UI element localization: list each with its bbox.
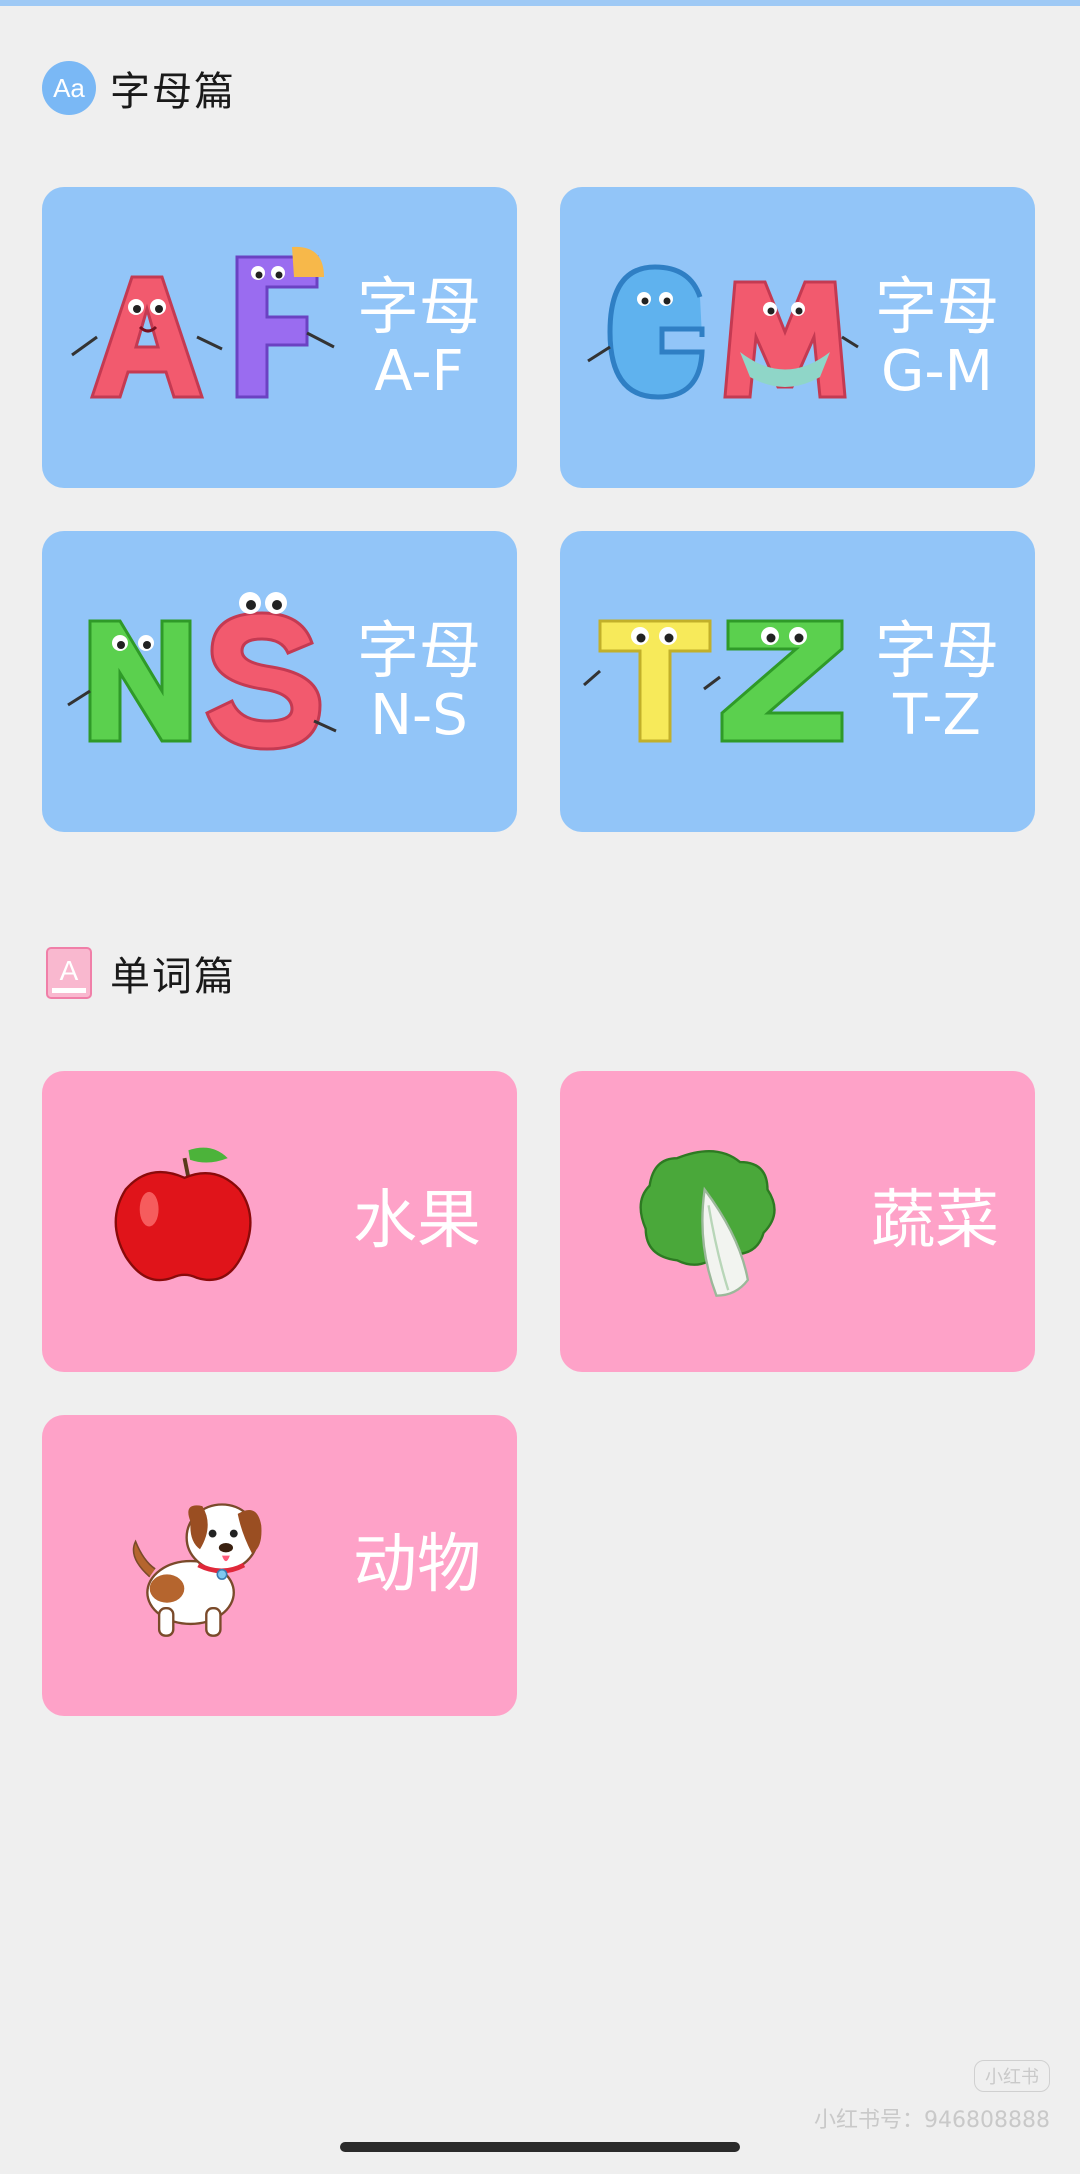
- vegetables-card[interactable]: 蔬菜: [560, 1071, 1035, 1372]
- watermark-badge: 小红书: [974, 2060, 1050, 2092]
- cartoon-letters-a-f-icon: [71, 246, 335, 399]
- aa-font-icon: Aa: [42, 61, 96, 115]
- cartoon-letters-t-z-icon: [583, 619, 844, 743]
- letters-a-f-card[interactable]: 字母 A-F: [42, 187, 517, 488]
- letters-section-header: Aa 字母篇: [42, 60, 236, 116]
- letters-section-title: 字母篇: [110, 69, 236, 115]
- words-grid: 水果 蔬菜 动物: [42, 1071, 1035, 1716]
- letters-g-m-label: 字母 G-M: [874, 269, 999, 404]
- animals-label: 动物: [353, 1527, 481, 1602]
- book-a-icon: A: [42, 946, 96, 1000]
- cabbage-icon: [639, 1149, 776, 1297]
- cartoon-letters-g-m-icon: [587, 264, 859, 400]
- letters-grid: 字母 A-F 字母 G-M 字母 N-S 字母 T-Z: [42, 187, 1035, 832]
- words-section-header: A 单词篇: [42, 945, 236, 1001]
- puppy-icon: [132, 1503, 262, 1637]
- cartoon-letters-n-s-icon: [67, 592, 337, 751]
- animals-card[interactable]: 动物: [42, 1415, 517, 1716]
- watermark: 小红书 小红书号：946808888: [814, 2060, 1050, 2134]
- watermark-text: 小红书号：946808888: [814, 2108, 1050, 2133]
- letters-t-z-card[interactable]: 字母 T-Z: [560, 531, 1035, 832]
- words-section-title: 单词篇: [110, 954, 236, 1000]
- letters-a-f-label: 字母 A-F: [356, 269, 481, 404]
- apple-icon: [114, 1147, 252, 1282]
- fruit-card[interactable]: 水果: [42, 1071, 517, 1372]
- letters-g-m-card[interactable]: 字母 G-M: [560, 187, 1035, 488]
- top-accent-bar: [0, 0, 1080, 6]
- letters-n-s-label: 字母 N-S: [356, 613, 481, 748]
- letters-n-s-card[interactable]: 字母 N-S: [42, 531, 517, 832]
- svg-text:Aa: Aa: [53, 73, 85, 103]
- vegetables-label: 蔬菜: [871, 1183, 999, 1258]
- fruit-label: 水果: [353, 1183, 481, 1258]
- home-indicator[interactable]: [340, 2142, 740, 2152]
- letters-t-z-label: 字母 T-Z: [874, 613, 999, 748]
- svg-text:A: A: [60, 955, 79, 986]
